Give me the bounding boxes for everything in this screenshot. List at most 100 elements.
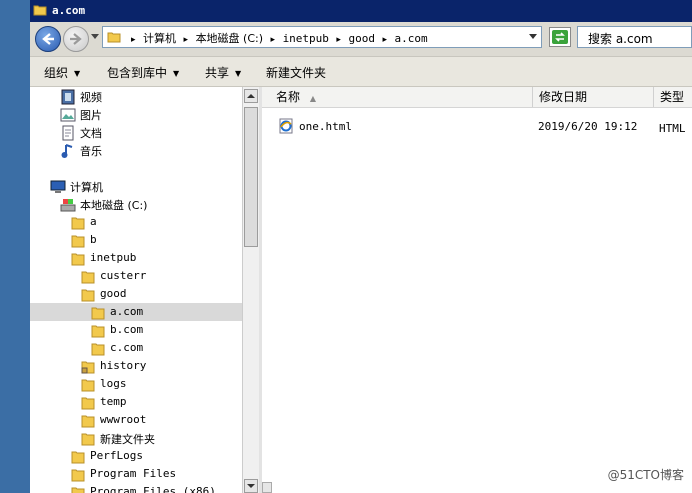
file-list-pane: 名称 ▲ 修改日期 类型 one.html 2019/6/20 19:12 HT…	[262, 87, 692, 493]
column-header-date[interactable]: 修改日期	[533, 87, 654, 107]
chevron-right-icon[interactable]: ▸	[382, 35, 387, 45]
tree-item-label: logs	[100, 377, 127, 390]
tree-item-label: PerfLogs	[90, 449, 143, 462]
tree-item-label: c.com	[110, 341, 144, 354]
chevron-down-icon: ▼	[173, 69, 180, 78]
recent-pages-dropdown-icon[interactable]	[91, 34, 99, 40]
search-input[interactable]: 搜索 a.com	[577, 26, 692, 48]
scroll-down-button[interactable]	[244, 479, 258, 493]
explorer-window: a.com ▸ 计算机 ▸ 本地磁盘 (C:) ▸ inetpub ▸ good…	[30, 0, 692, 493]
chevron-down-icon	[247, 484, 255, 488]
folder-icon	[71, 487, 85, 493]
tree-item-label: 视频	[80, 91, 102, 104]
chevron-up-icon	[247, 94, 255, 98]
folder-icon	[81, 289, 95, 302]
folder-icon	[81, 271, 95, 284]
file-type: HTML 文	[659, 122, 692, 135]
video-library-icon	[61, 89, 75, 105]
breadcrumb-computer[interactable]: 计算机	[143, 32, 176, 45]
file-row[interactable]: one.html 2019/6/20 19:12 HTML 文	[262, 117, 692, 135]
tree-item-label: 音乐	[80, 145, 102, 158]
sort-ascending-icon: ▲	[309, 94, 316, 103]
folder-icon	[33, 5, 47, 16]
column-header-name[interactable]: 名称 ▲	[262, 87, 533, 107]
desktop-background	[0, 0, 30, 493]
column-header-label: 修改日期	[539, 90, 588, 104]
tree-item-label: a.com	[110, 305, 144, 318]
folder-icon	[91, 307, 105, 320]
address-field[interactable]: ▸ 计算机 ▸ 本地磁盘 (C:) ▸ inetpub ▸ good ▸ a.c…	[102, 26, 542, 48]
file-modified-date: 2019/6/20 19:12	[538, 120, 638, 133]
breadcrumb-inetpub[interactable]: inetpub	[283, 32, 329, 45]
folder-icon	[81, 433, 95, 446]
search-placeholder: 搜索 a.com	[588, 32, 653, 46]
folder-icon	[81, 397, 95, 410]
refresh-button[interactable]	[549, 27, 571, 47]
folder-icon	[71, 253, 85, 266]
scroll-thumb[interactable]	[244, 107, 258, 247]
html-file-icon	[279, 118, 293, 134]
watermark: @51CTO博客	[607, 468, 684, 482]
tree-item-label: a	[90, 215, 97, 228]
chevron-down-icon: ▼	[74, 69, 81, 78]
scroll-up-button[interactable]	[244, 89, 258, 103]
locked-folder-icon	[81, 361, 95, 374]
folder-icon	[71, 217, 85, 230]
organize-label: 组织	[44, 66, 69, 80]
tree-item-label: Program Files	[90, 467, 177, 480]
column-header-row: 名称 ▲ 修改日期 类型	[262, 87, 692, 108]
folder-icon	[71, 469, 85, 482]
documents-library-icon	[62, 125, 74, 141]
share-button[interactable]: 共享 ▼	[205, 64, 241, 81]
refresh-icon	[552, 30, 568, 44]
tree-item-label: custerr	[100, 269, 147, 282]
window-title: a.com	[52, 4, 86, 17]
pictures-library-icon	[60, 108, 76, 122]
breadcrumb-a-com[interactable]: a.com	[394, 32, 427, 45]
forward-arrow-icon	[70, 33, 82, 45]
address-bar-area: ▸ 计算机 ▸ 本地磁盘 (C:) ▸ inetpub ▸ good ▸ a.c…	[30, 22, 692, 57]
back-arrow-icon	[42, 33, 54, 45]
column-header-label: 名称	[276, 90, 301, 104]
tree-item-label: wwwroot	[100, 413, 147, 426]
title-bar[interactable]: a.com	[30, 0, 692, 22]
tree-item-label: good	[100, 287, 127, 300]
folder-icon	[91, 343, 105, 356]
folder-icon	[71, 235, 85, 248]
chevron-right-icon[interactable]: ▸	[184, 35, 189, 45]
navigation-scrollbar[interactable]	[242, 87, 259, 493]
chevron-down-icon: ▼	[235, 69, 242, 78]
back-button[interactable]	[35, 26, 61, 52]
include-in-library-label: 包含到库中	[107, 66, 168, 80]
chevron-right-icon[interactable]: ▸	[336, 35, 341, 45]
column-header-type[interactable]: 类型	[654, 87, 692, 107]
tree-item-label: inetpub	[90, 251, 137, 264]
drive-icon	[60, 199, 76, 212]
share-label: 共享	[205, 66, 230, 80]
folder-icon	[107, 32, 121, 43]
new-folder-button[interactable]: 新建文件夹	[266, 64, 326, 81]
tree-item-label: history	[100, 359, 147, 372]
tree-item-label: 新建文件夹	[100, 433, 155, 446]
tree-item-label: 计算机	[70, 181, 103, 194]
tree-item-label: 文档	[80, 127, 102, 140]
forward-button[interactable]	[63, 26, 89, 52]
column-header-label: 类型	[660, 90, 685, 104]
organize-button[interactable]: 组织 ▼	[44, 64, 80, 81]
scroll-left-button[interactable]	[262, 482, 272, 493]
music-library-icon	[61, 144, 73, 158]
breadcrumb: ▸ 计算机 ▸ 本地磁盘 (C:) ▸ inetpub ▸ good ▸ a.c…	[127, 30, 428, 46]
tree-item-label: Program Files (x86)	[90, 485, 216, 493]
breadcrumb-good[interactable]: good	[348, 32, 375, 45]
chevron-right-icon: ▸	[131, 35, 136, 45]
folder-icon	[71, 451, 85, 464]
command-bar: 组织 ▼ 包含到库中 ▼ 共享 ▼ 新建文件夹	[30, 57, 692, 87]
breadcrumb-local-disk[interactable]: 本地磁盘 (C:)	[196, 32, 263, 45]
computer-icon	[50, 180, 66, 193]
chevron-down-icon[interactable]	[529, 34, 537, 40]
include-in-library-button[interactable]: 包含到库中 ▼	[107, 64, 179, 81]
tree-item-label: b	[90, 233, 97, 246]
file-name: one.html	[299, 120, 352, 133]
navigation-pane: 视频 图片 文档 音乐 计算机 本地磁盘 (C:) a b inetpub cu…	[30, 87, 242, 493]
chevron-right-icon[interactable]: ▸	[271, 35, 276, 45]
